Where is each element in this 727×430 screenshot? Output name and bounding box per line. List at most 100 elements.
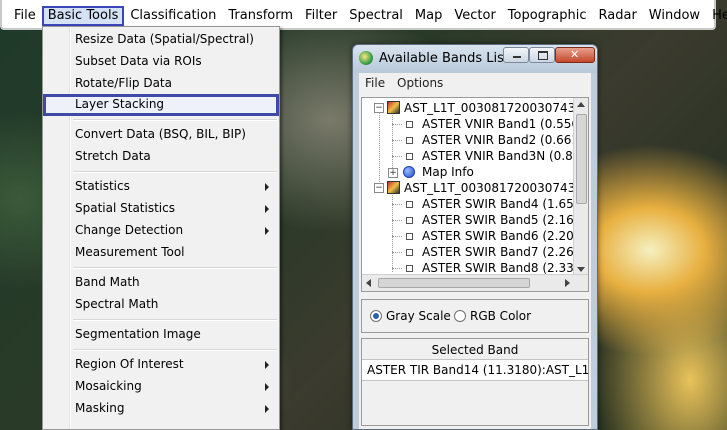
band-icon	[406, 217, 413, 224]
window-titlebar[interactable]: Available Bands List	[353, 45, 597, 73]
menu-transform[interactable]: Transform	[222, 6, 299, 26]
menu-item-stretch-data[interactable]: Stretch Data	[45, 146, 277, 168]
window-menu-file[interactable]: File	[365, 76, 385, 90]
menu-item-label: Region Of Interest	[75, 357, 184, 371]
menu-spectral[interactable]: Spectral	[343, 6, 409, 26]
menu-item-layer-stacking[interactable]: Layer Stacking	[43, 94, 279, 116]
minimize-button[interactable]	[503, 47, 529, 63]
menu-item-label: Change Detection	[75, 223, 184, 237]
band-icon	[406, 265, 413, 272]
tree-band-node[interactable]: ASTER VNIR Band2 (0.6610)	[362, 132, 588, 148]
rgb-color-radio[interactable]	[454, 310, 466, 322]
menu-item-label: Subset Data via ROIs	[75, 54, 202, 68]
tree-file-node[interactable]: − AST_L1T_00308172003074316_	[362, 180, 588, 196]
scroll-up-icon[interactable]	[577, 102, 585, 107]
menu-separator	[73, 349, 277, 351]
menu-item-label: Convert Data (BSQ, BIL, BIP)	[75, 127, 246, 141]
menu-item-label: Mosaicking	[75, 379, 142, 393]
menu-item-mosaicking[interactable]: Mosaicking	[45, 376, 277, 398]
envi-globe-icon	[359, 51, 373, 65]
tree-band-node[interactable]: ASTER VNIR Band3N (0.8070	[362, 148, 588, 164]
basic-tools-dropdown: Resize Data (Spatial/Spectral) Subset Da…	[42, 26, 280, 430]
band-icon	[406, 121, 413, 128]
menu-item-label: Segmentation Image	[75, 327, 201, 341]
submenu-arrow-icon	[265, 227, 269, 235]
scroll-down-icon[interactable]	[577, 267, 585, 272]
selected-band-group: Selected Band ASTER TIR Band14 (11.3180)…	[361, 338, 589, 426]
menu-item-segmentation-image[interactable]: Segmentation Image	[45, 324, 277, 346]
bands-tree[interactable]: − AST_L1T_00308172003074316_ ASTER VNIR …	[361, 97, 589, 292]
menu-window[interactable]: Window	[643, 6, 706, 26]
menu-item-band-math[interactable]: Band Math	[45, 272, 277, 294]
gray-scale-label: Gray Scale	[386, 309, 451, 323]
maximize-button[interactable]	[529, 47, 555, 63]
tree-band-node[interactable]: ASTER SWIR Band4 (1.6560)	[362, 196, 588, 212]
tree-node-label: ASTER SWIR Band5 (2.1670)	[422, 213, 589, 227]
menu-item-region-of-interest[interactable]: Region Of Interest	[45, 354, 277, 376]
tree-file-node[interactable]: − AST_L1T_00308172003074316_	[362, 100, 588, 116]
tree-connector	[392, 156, 402, 157]
menu-classification[interactable]: Classification	[124, 6, 222, 26]
menu-item-label: Resize Data (Spatial/Spectral)	[75, 32, 254, 46]
tree-band-node[interactable]: ASTER SWIR Band5 (2.1670)	[362, 212, 588, 228]
tree-band-node[interactable]: ASTER VNIR Band1 (0.5560)	[362, 116, 588, 132]
gray-scale-radio[interactable]	[370, 310, 382, 322]
menu-help[interactable]: Help	[706, 6, 727, 26]
menu-item-spectral-math[interactable]: Spectral Math	[45, 294, 277, 316]
close-button[interactable]	[555, 47, 595, 63]
tree-connector	[392, 204, 402, 205]
scroll-left-icon[interactable]	[366, 279, 371, 287]
menu-vector[interactable]: Vector	[448, 6, 501, 26]
scroll-thumb[interactable]	[576, 114, 587, 204]
tree-band-node[interactable]: ASTER SWIR Band7 (2.2620)	[362, 244, 588, 260]
menu-item-masking[interactable]: Masking	[45, 398, 277, 420]
collapse-icon[interactable]: −	[374, 183, 384, 193]
tree-connector	[392, 236, 402, 237]
menu-basic-tools[interactable]: Basic Tools	[41, 6, 125, 26]
selected-band-value: ASTER TIR Band14 (11.3180):AST_L1T_003	[367, 363, 588, 377]
tree-node-label: Map Info	[422, 165, 474, 179]
tree-connector	[392, 268, 402, 269]
window-menu-options[interactable]: Options	[397, 76, 443, 90]
expand-icon[interactable]: +	[388, 168, 398, 178]
menu-map[interactable]: Map	[409, 6, 448, 26]
globe-icon	[403, 166, 415, 178]
tree-connector	[392, 252, 402, 253]
tree-mapinfo-node[interactable]: + Map Info	[362, 164, 574, 180]
menu-topographic[interactable]: Topographic	[502, 6, 593, 26]
band-icon	[406, 249, 413, 256]
band-icon	[406, 137, 413, 144]
menu-item-resize-data[interactable]: Resize Data (Spatial/Spectral)	[45, 29, 277, 51]
vertical-scrollbar[interactable]	[573, 98, 588, 276]
menu-item-rotate-flip[interactable]: Rotate/Flip Data	[45, 73, 277, 95]
rgb-color-label: RGB Color	[470, 309, 532, 323]
menu-radar[interactable]: Radar	[593, 6, 643, 26]
scroll-thumb[interactable]	[378, 278, 530, 288]
menu-item-label: Stretch Data	[75, 149, 151, 163]
tree-node-label: ASTER VNIR Band1 (0.5560)	[422, 117, 589, 131]
menu-item-change-detection[interactable]: Change Detection	[45, 220, 277, 242]
tree-connector	[392, 124, 402, 125]
tree-band-node[interactable]: ASTER SWIR Band6 (2.2090)	[362, 228, 588, 244]
menu-item-statistics[interactable]: Statistics	[45, 176, 277, 198]
tree-node-label: ASTER SWIR Band4 (1.6560)	[422, 197, 589, 211]
menu-filter[interactable]: Filter	[299, 6, 343, 26]
menu-file[interactable]: File	[8, 6, 42, 26]
available-bands-window: Available Bands List File Options − AST_…	[352, 44, 598, 430]
submenu-arrow-icon	[265, 183, 269, 191]
selected-band-field[interactable]: ASTER TIR Band14 (11.3180):AST_L1T_003	[362, 359, 588, 381]
tree-connector	[392, 140, 402, 141]
menu-item-spatial-statistics[interactable]: Spatial Statistics	[45, 198, 277, 220]
horizontal-scrollbar[interactable]	[362, 274, 588, 291]
selected-band-title: Selected Band	[431, 343, 519, 357]
menu-item-label: Rotate/Flip Data	[75, 76, 172, 90]
submenu-arrow-icon	[265, 405, 269, 413]
collapse-icon[interactable]: −	[374, 103, 384, 113]
menu-item-label: Statistics	[75, 179, 130, 193]
menu-item-subset-data[interactable]: Subset Data via ROIs	[45, 51, 277, 73]
submenu-arrow-icon	[265, 361, 269, 369]
menu-item-measurement-tool[interactable]: Measurement Tool	[45, 242, 277, 264]
tree-node-label: ASTER SWIR Band7 (2.2620)	[422, 245, 589, 259]
menu-item-convert-data[interactable]: Convert Data (BSQ, BIL, BIP)	[45, 124, 277, 146]
scroll-right-icon[interactable]	[565, 279, 570, 287]
